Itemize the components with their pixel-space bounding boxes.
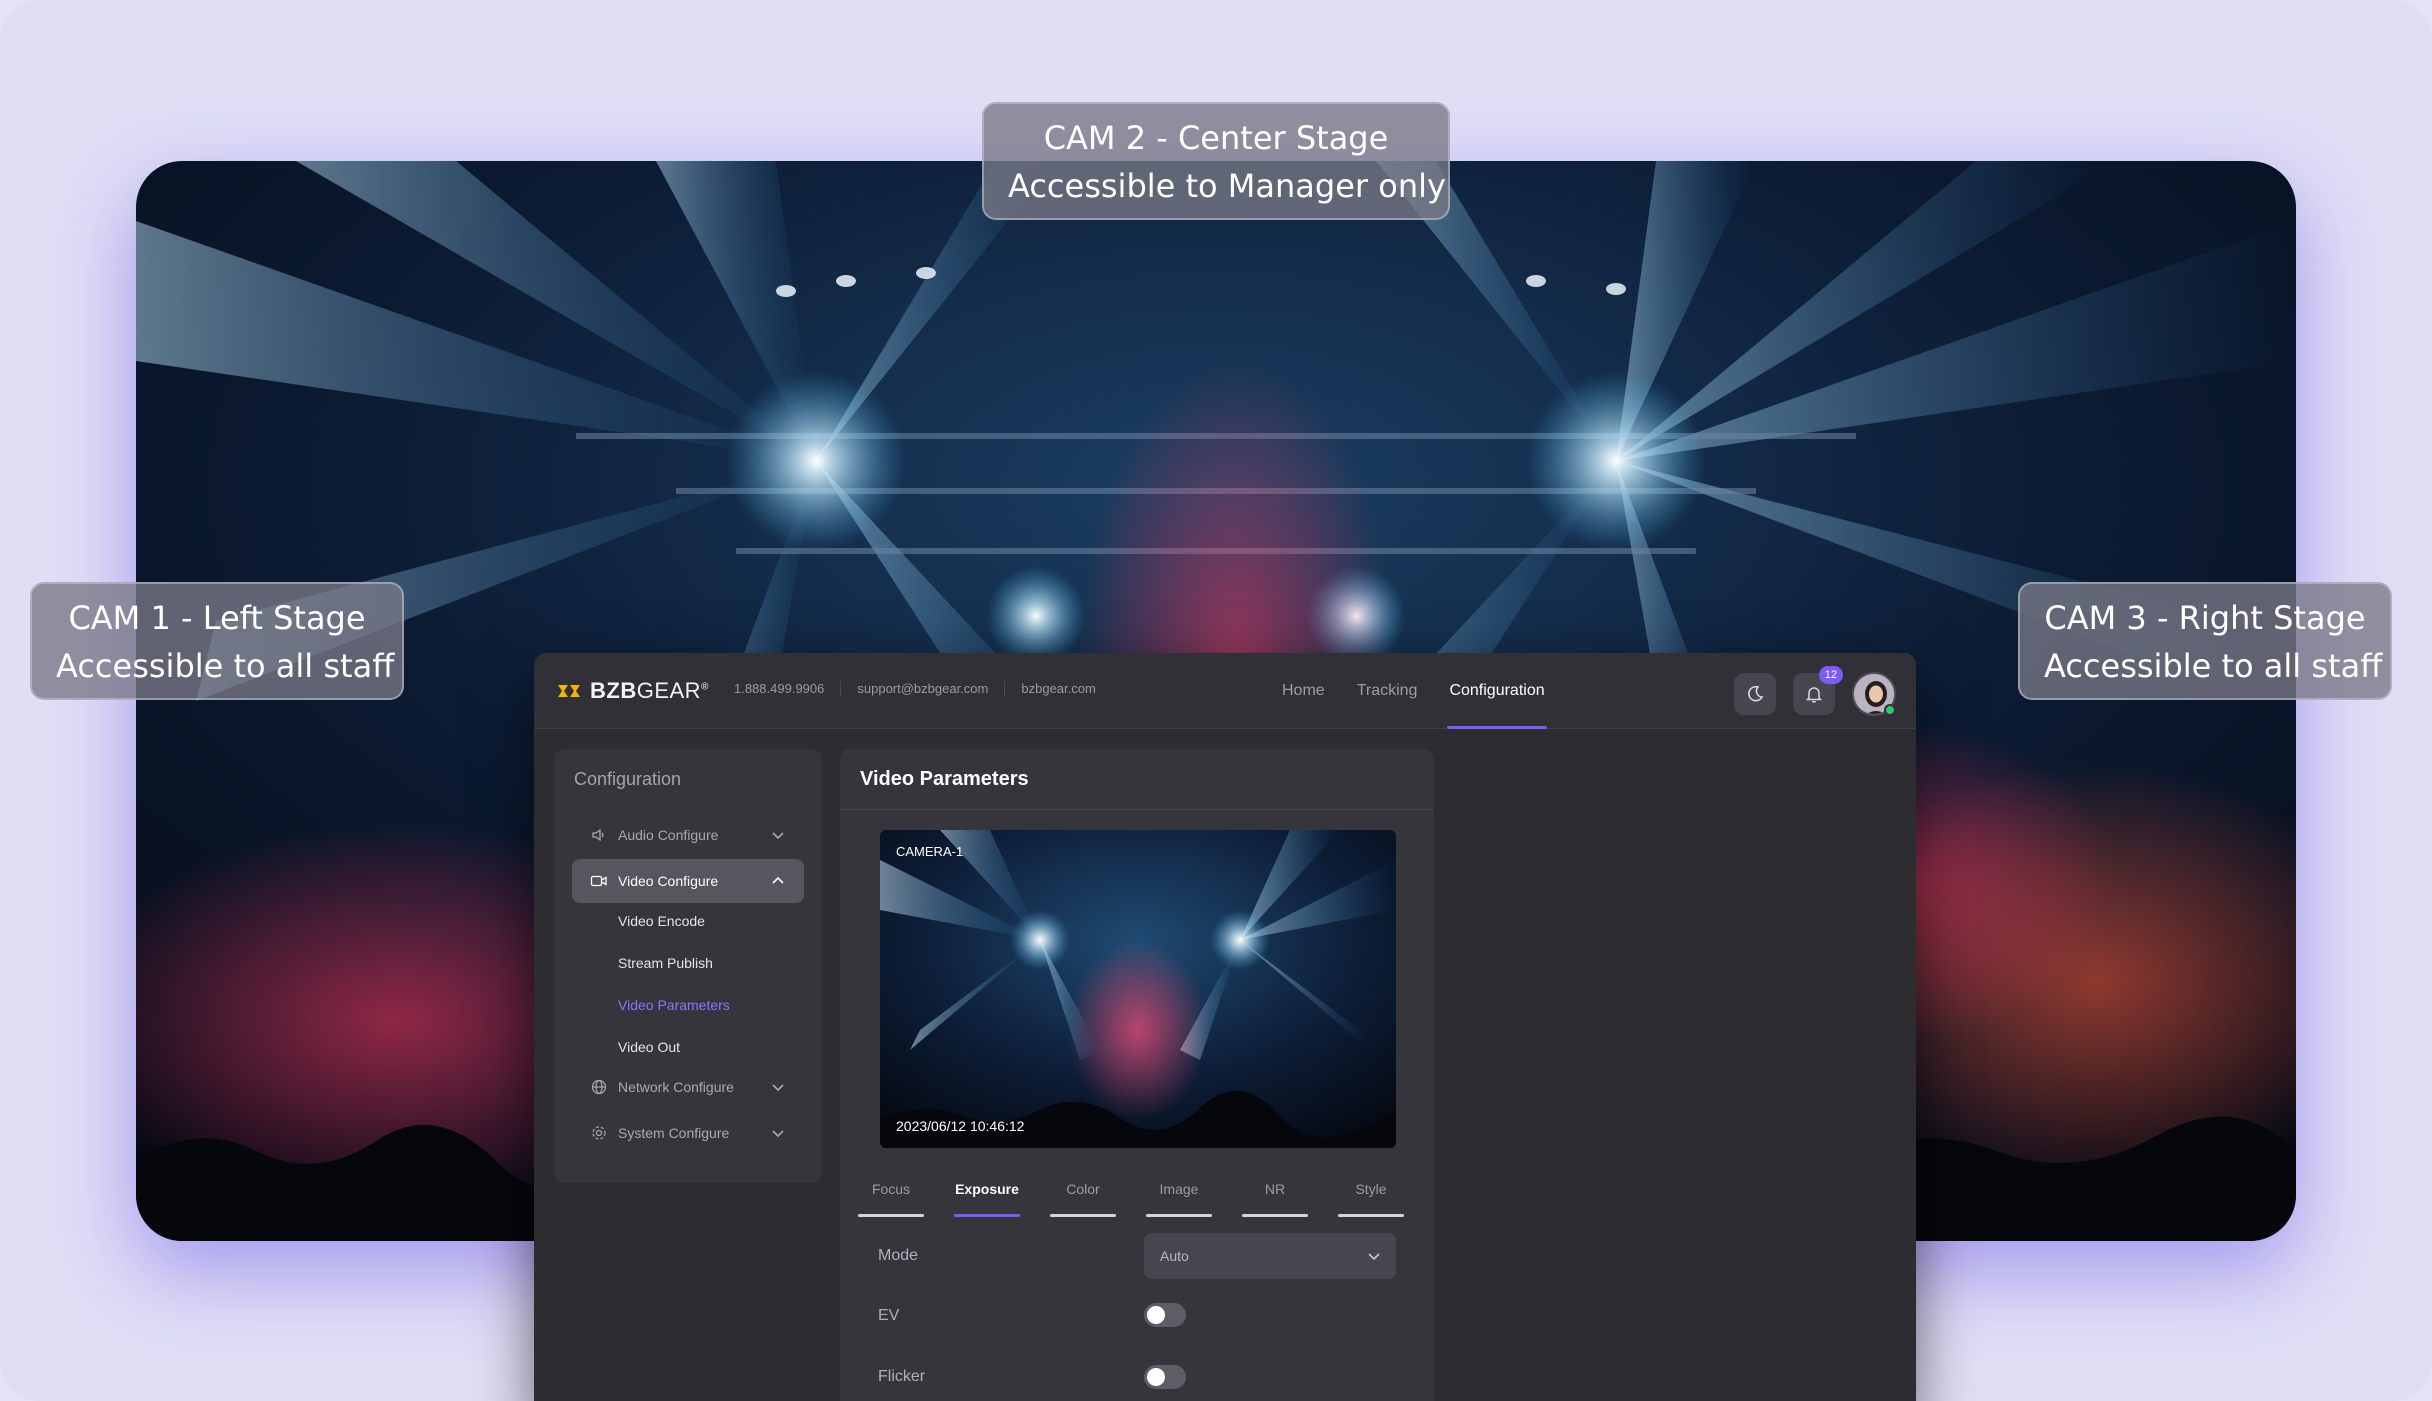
globe-icon — [588, 1076, 610, 1098]
sidebar-item-system-configure[interactable]: System Configure — [572, 1111, 804, 1155]
moon-icon — [1748, 685, 1764, 702]
phone-number[interactable]: 1.888.499.9906 — [734, 681, 842, 696]
cam1-callout: CAM 1 - Left Stage Accessible to all sta… — [30, 582, 404, 700]
cam1-title: CAM 1 - Left Stage — [68, 599, 366, 637]
parameter-tabs: Focus Exposure Color Image NR Style — [858, 1171, 1416, 1217]
sidebar-subitem-stream-publish[interactable]: Stream Publish — [618, 955, 713, 971]
flicker-toggle[interactable] — [1144, 1365, 1186, 1389]
chevron-down-icon — [1368, 1253, 1380, 1261]
cam3-access: Accessible to all staff — [2044, 647, 2383, 685]
flicker-label: Flicker — [878, 1368, 926, 1385]
panel-title: Video Parameters — [860, 768, 1029, 790]
panel-divider — [840, 809, 1434, 810]
camera-preview[interactable]: CAMERA-1 2023/06/12 10:46:12 — [880, 830, 1396, 1148]
video-camera-icon — [588, 870, 610, 892]
tab-image[interactable]: Image — [1146, 1171, 1212, 1217]
video-parameters-panel: Video Parameters CAMERA-1 2023/06/12 10:… — [840, 749, 1434, 1401]
mode-label: Mode — [878, 1247, 919, 1264]
bell-icon — [1805, 687, 1823, 703]
sidebar-title: Configuration — [574, 769, 682, 789]
config-sidebar: Configuration Audio Configure Video Conf… — [554, 749, 822, 1183]
logo-text: BZBGEAR® — [590, 678, 709, 703]
tab-style[interactable]: Style — [1338, 1171, 1404, 1217]
tab-color[interactable]: Color — [1050, 1171, 1116, 1217]
sidebar-subitem-video-encode[interactable]: Video Encode — [618, 913, 705, 929]
brand-logo[interactable]: BZBGEAR® — [556, 677, 709, 705]
sidebar-item-label: Network Configure — [618, 1079, 734, 1095]
online-status-dot — [1884, 704, 1896, 716]
support-email[interactable]: support@bzbgear.com — [841, 681, 1006, 696]
cam2-title: CAM 2 - Center Stage — [1043, 119, 1389, 157]
nav-home[interactable]: Home — [1280, 653, 1327, 729]
cam3-callout: CAM 3 - Right Stage Accessible to all st… — [2018, 582, 2392, 700]
main-nav: Home Tracking Configuration — [1280, 653, 1547, 729]
mode-select[interactable]: Auto — [1144, 1233, 1396, 1279]
top-bar: BZBGEAR® 1.888.499.9906 support@bzbgear.… — [534, 653, 1916, 729]
contact-info: 1.888.499.9906 support@bzbgear.com bzbge… — [734, 681, 1112, 696]
notification-badge: 12 — [1818, 666, 1843, 684]
chevron-down-icon — [772, 832, 784, 840]
gear-icon — [588, 1122, 610, 1144]
cam2-access: Accessible to Manager only — [1008, 167, 1446, 205]
ev-label: EV — [878, 1307, 900, 1324]
tab-nr[interactable]: NR — [1242, 1171, 1308, 1217]
chevron-up-icon — [772, 876, 784, 884]
sidebar-subitem-video-out[interactable]: Video Out — [618, 1039, 680, 1055]
logo-mark-icon — [558, 685, 580, 697]
cam2-callout: CAM 2 - Center Stage Accessible to Manag… — [982, 102, 1450, 220]
camera-timestamp-overlay: 2023/06/12 10:46:12 — [896, 1118, 1025, 1134]
nav-configuration[interactable]: Configuration — [1447, 653, 1547, 729]
notifications-button[interactable]: 12 — [1793, 666, 1843, 715]
cam1-access: Accessible to all staff — [56, 647, 395, 685]
tab-exposure[interactable]: Exposure — [954, 1171, 1020, 1217]
chevron-down-icon — [772, 1130, 784, 1138]
website-link[interactable]: bzbgear.com — [1005, 681, 1111, 696]
ev-toggle[interactable] — [1144, 1303, 1186, 1327]
sidebar-item-label: Video Configure — [618, 873, 719, 889]
sidebar-item-network-configure[interactable]: Network Configure — [572, 1065, 804, 1109]
sidebar-subitem-video-parameters[interactable]: Video Parameters — [618, 997, 730, 1013]
tab-focus[interactable]: Focus — [858, 1171, 924, 1217]
app-window: BZBGEAR® 1.888.499.9906 support@bzbgear.… — [534, 653, 1916, 1401]
nav-tracking[interactable]: Tracking — [1355, 653, 1420, 729]
mode-select-value: Auto — [1160, 1248, 1189, 1264]
camera-name-overlay: CAMERA-1 — [896, 844, 964, 859]
speaker-icon — [588, 824, 610, 846]
chevron-down-icon — [772, 1084, 784, 1092]
sidebar-item-label: Audio Configure — [618, 827, 719, 843]
sidebar-item-video-configure[interactable]: Video Configure — [572, 859, 804, 903]
cam3-title: CAM 3 - Right Stage — [2044, 599, 2366, 637]
theme-toggle-button[interactable] — [1734, 673, 1776, 715]
sidebar-item-audio-configure[interactable]: Audio Configure — [572, 813, 804, 857]
sidebar-item-label: System Configure — [618, 1125, 730, 1141]
